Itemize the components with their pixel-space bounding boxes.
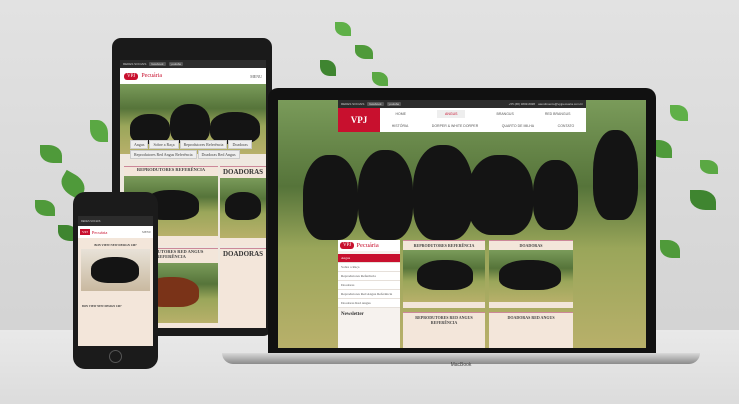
- facebook-link[interactable]: facebook: [149, 62, 166, 66]
- social-label: REDES SOCIAIS: [123, 62, 147, 66]
- tab-angus[interactable]: Angus: [130, 140, 149, 149]
- social-label: REDES SOCIAIS: [81, 219, 101, 223]
- logo-text: Pecuária: [91, 229, 108, 235]
- newsletter-heading: Newsletter: [341, 312, 364, 317]
- sidebar-menu: Angus Sobre a Raça Reprodutores Referênc…: [338, 254, 400, 308]
- card-title: DOADORAS RED ANGUS: [507, 315, 555, 320]
- card-red-reprodutores[interactable]: REPRODUTORES RED ANGUS REFERÊNCIA: [403, 312, 485, 348]
- card-red-doadoras[interactable]: DOADORAS: [220, 248, 266, 328]
- nav-historia[interactable]: HISTÓRIA: [392, 124, 409, 128]
- logo: VPJ: [80, 229, 90, 235]
- menu-button[interactable]: MENU: [142, 230, 151, 234]
- menu-red-doadoras[interactable]: Doadoras Red Angus: [338, 299, 400, 308]
- laptop-screen: REDES SOCIAIS facebook youtube +55 (##) …: [278, 100, 646, 348]
- menu-doadoras[interactable]: Doadoras: [338, 281, 400, 290]
- social-label: REDES SOCIAIS: [341, 102, 365, 106]
- tab-red-reprodutores[interactable]: Reprodutores Red Angus Referência: [130, 150, 197, 159]
- logo[interactable]: VPJ: [338, 108, 380, 132]
- card-title: DOADORAS: [222, 250, 264, 258]
- tab-reprodutores[interactable]: Reprodutores Referência: [179, 140, 228, 149]
- phone: REDES SOCIAIS VPJ Pecuária MENU BON VIEW…: [73, 192, 158, 369]
- card-doadoras[interactable]: DOADORAS: [489, 240, 573, 308]
- card-reprodutores[interactable]: REPRODUTORES REFERÊNCIA: [403, 240, 485, 308]
- tablet-tabs: Angus Sobre a Raça Reprodutores Referênc…: [130, 140, 260, 159]
- nav-dorper[interactable]: DORPER & WHITE DORPER: [432, 124, 478, 128]
- hero-image: [278, 100, 646, 348]
- tab-sobre[interactable]: Sobre a Raça: [149, 140, 179, 149]
- home-button[interactable]: [109, 350, 122, 363]
- email-link[interactable]: atendimento@vpjpecuaria.com.br: [538, 102, 583, 106]
- youtube-link[interactable]: youtube: [386, 102, 402, 106]
- phone: +55 (##) 3###-####: [508, 102, 536, 106]
- nav-quarto-milha[interactable]: QUARTO DE MILHA: [502, 124, 534, 128]
- menu-angus[interactable]: Angus: [338, 254, 400, 263]
- phone-screen: REDES SOCIAIS VPJ Pecuária MENU BON VIEW…: [78, 216, 153, 346]
- nav-red-brangus[interactable]: RED BRANGUS: [545, 112, 571, 116]
- nav-contato[interactable]: CONTATO: [558, 124, 575, 128]
- logo-text: Pecuária: [141, 73, 162, 79]
- card-title: REPRODUTORES RED ANGUS REFERÊNCIA: [415, 315, 473, 325]
- card-title: DOADORAS: [519, 243, 543, 248]
- animal-title: BON VIEW NEW DESIGN 1407: [94, 243, 137, 247]
- animal-photo: [81, 249, 150, 291]
- youtube-link[interactable]: youtube: [168, 62, 184, 66]
- laptop: REDES SOCIAIS facebook youtube +55 (##) …: [268, 88, 656, 354]
- nav-home[interactable]: HOME: [396, 112, 407, 116]
- card-title: REPRODUTORES REFERÊNCIA: [413, 243, 475, 248]
- card-doadoras[interactable]: DOADORAS: [220, 166, 266, 246]
- laptop-label: MacBook: [450, 362, 472, 368]
- laptop-base: MacBook: [222, 353, 700, 368]
- tab-doadoras[interactable]: Doadoras: [228, 140, 252, 149]
- menu-reprodutores[interactable]: Reprodutores Referência: [338, 272, 400, 281]
- nav-angus[interactable]: ANGUS: [437, 110, 466, 118]
- nav-brangus[interactable]: BRANGUS: [496, 112, 513, 116]
- facebook-link[interactable]: facebook: [367, 102, 384, 106]
- card-title: REPRODUTORES REFERÊNCIA: [136, 167, 206, 172]
- card-red-doadoras[interactable]: DOADORAS RED ANGUS: [489, 312, 573, 348]
- pedigree-title: BON VIEW NEW DESIGN 1407: [82, 305, 122, 308]
- menu-red-reprodutores[interactable]: Reprodutores Red Angus Referência: [338, 290, 400, 299]
- logo: VPJ: [124, 72, 139, 80]
- sidebar-logo-text: Pecuária: [356, 242, 379, 249]
- menu-sobre[interactable]: Sobre a Raça: [338, 263, 400, 272]
- tab-red-doadoras[interactable]: Doadoras Red Angus: [197, 150, 240, 159]
- sidebar-logo: VPJ: [340, 242, 355, 249]
- menu-button[interactable]: MENU: [250, 74, 262, 79]
- card-title: DOADORAS: [222, 168, 264, 176]
